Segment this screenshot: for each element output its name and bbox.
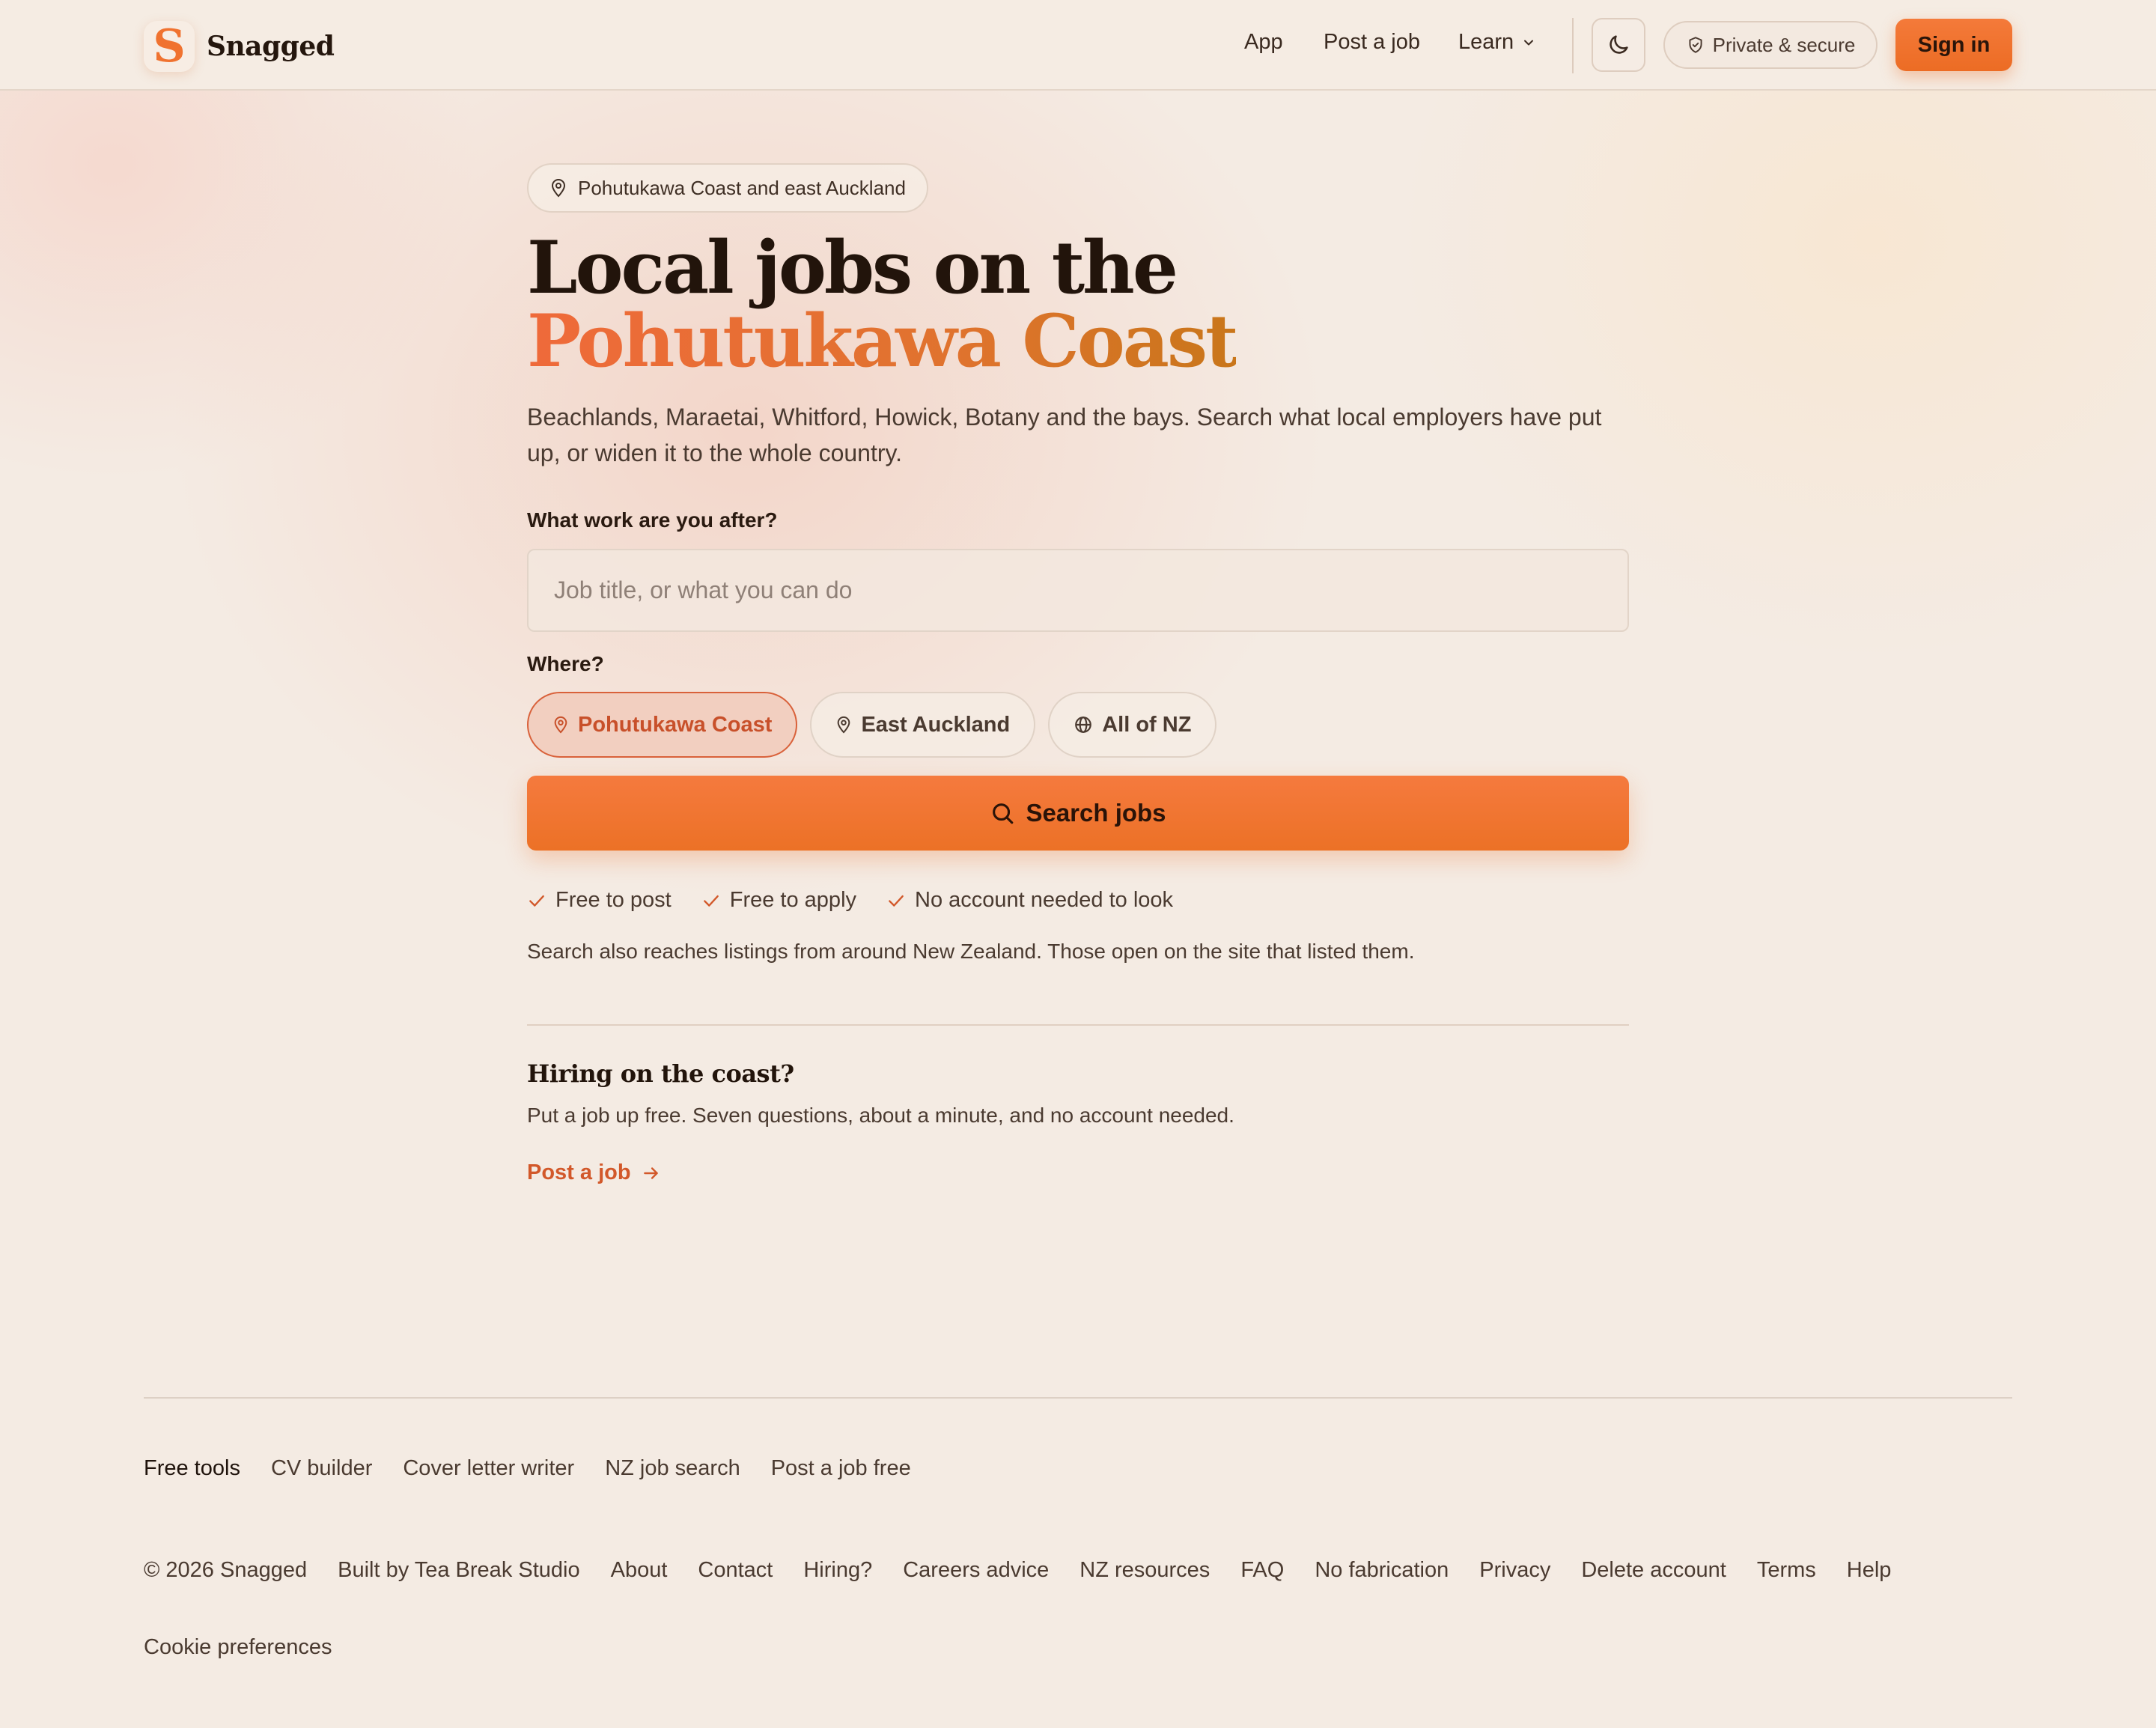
cookie-preferences-link[interactable]: Cookie preferences <box>144 1635 332 1660</box>
nav-divider <box>1572 18 1574 73</box>
footer-link[interactable]: Careers advice <box>903 1558 1049 1583</box>
location-pill: Pohutukawa Coast and east Auckland <box>527 163 928 213</box>
location-chip-all-of-nz[interactable]: All of NZ <box>1048 692 1217 758</box>
hiring-heading: Hiring on the coast? <box>527 1059 794 1088</box>
where-label: Where? <box>527 652 604 675</box>
footer-link[interactable]: Privacy <box>1479 1558 1550 1583</box>
perks-list: Free to post Free to apply No account ne… <box>527 888 1173 913</box>
search-jobs-label: Search jobs <box>1026 799 1166 827</box>
post-a-job-link[interactable]: Post a job <box>527 1160 661 1185</box>
footer-link[interactable]: NZ resources <box>1079 1558 1210 1583</box>
footer-tool-link[interactable]: Post a job free <box>771 1456 911 1481</box>
location-chip-east-auckland[interactable]: East Auckland <box>810 692 1036 758</box>
arrow-right-icon <box>642 1163 661 1183</box>
nav-learn-dropdown[interactable]: Learn <box>1458 30 1536 55</box>
post-a-job-label: Post a job <box>527 1160 631 1184</box>
job-search-input[interactable] <box>527 549 1629 632</box>
pin-icon <box>835 715 852 734</box>
perk-item: Free to post <box>527 888 672 913</box>
footer-link[interactable]: Delete account <box>1581 1558 1726 1583</box>
location-options: Pohutukawa Coast East Auckland All of NZ <box>527 692 1217 758</box>
footer-tool-link[interactable]: Cover letter writer <box>403 1456 574 1481</box>
page-title: Local jobs on the <box>527 225 1178 310</box>
location-pill-text: Pohutukawa Coast and east Auckland <box>578 176 906 199</box>
page-title-accent: Pohutukawa Coast <box>527 299 1238 383</box>
hiring-text: Put a job up free. Seven questions, abou… <box>527 1104 1234 1127</box>
globe-icon <box>1074 715 1093 734</box>
footer-link[interactable]: Help <box>1847 1558 1892 1583</box>
site-header: S Snagged App Post a job Learn Private &… <box>0 0 2156 91</box>
brand-logo[interactable]: S Snagged <box>144 20 335 73</box>
footer-link[interactable]: No fabrication <box>1315 1558 1449 1583</box>
location-chip-label: All of NZ <box>1102 712 1192 737</box>
perk-label: Free to apply <box>729 888 857 912</box>
check-icon <box>527 891 546 910</box>
footer-divider <box>144 1397 2012 1399</box>
chevron-down-icon <box>1521 35 1536 50</box>
nav-app-link[interactable]: App <box>1244 30 1283 55</box>
footer-link[interactable]: Terms <box>1757 1558 1816 1583</box>
what-work-label: What work are you after? <box>527 508 778 532</box>
private-secure-badge[interactable]: Private & secure <box>1663 21 1878 69</box>
free-tools-heading: Free tools <box>144 1456 240 1480</box>
shield-icon <box>1686 35 1705 55</box>
private-secure-label: Private & secure <box>1712 33 1856 56</box>
search-icon <box>990 800 1015 826</box>
logo-mark: S <box>144 20 195 73</box>
check-icon <box>701 891 721 910</box>
hero-description: Beachlands, Maraetai, Whitford, Howick, … <box>527 404 1602 466</box>
perk-label: No account needed to look <box>915 888 1174 912</box>
footer-link[interactable]: FAQ <box>1240 1558 1284 1583</box>
moon-icon <box>1606 32 1631 58</box>
check-icon <box>886 891 906 910</box>
brand-name: Snagged <box>207 31 335 62</box>
location-chip-label: Pohutukawa Coast <box>578 712 773 737</box>
copyright: © 2026 Snagged <box>144 1558 308 1582</box>
nav-learn-label: Learn <box>1458 30 1514 54</box>
footer-link[interactable]: Built by Tea Break Studio <box>338 1558 580 1583</box>
footer-link[interactable]: About <box>611 1558 668 1583</box>
perk-item: No account needed to look <box>886 888 1173 913</box>
free-tools-nav: Free tools CV builder Cover letter write… <box>144 1456 911 1481</box>
search-note: Search also reaches listings from around… <box>527 940 1415 963</box>
location-chip-label: East Auckland <box>861 712 1011 737</box>
theme-toggle-button[interactable] <box>1592 18 1645 72</box>
footer-link[interactable]: Contact <box>698 1558 773 1583</box>
perk-item: Free to apply <box>701 888 856 913</box>
footer-tool-link[interactable]: CV builder <box>271 1456 372 1481</box>
footer-tool-link[interactable]: NZ job search <box>605 1456 740 1481</box>
nav-post-job-link[interactable]: Post a job <box>1324 30 1420 55</box>
footer-links: © 2026 Snagged Built by Tea Break Studio… <box>144 1558 1891 1583</box>
pin-icon <box>549 178 567 198</box>
location-chip-pohutukawa-coast[interactable]: Pohutukawa Coast <box>527 692 798 758</box>
pin-icon <box>552 715 569 734</box>
sign-in-button[interactable]: Sign in <box>1895 19 2012 71</box>
search-jobs-button[interactable]: Search jobs <box>527 776 1629 851</box>
footer-link[interactable]: Hiring? <box>803 1558 872 1583</box>
section-divider <box>527 1024 1629 1026</box>
perk-label: Free to post <box>555 888 672 912</box>
